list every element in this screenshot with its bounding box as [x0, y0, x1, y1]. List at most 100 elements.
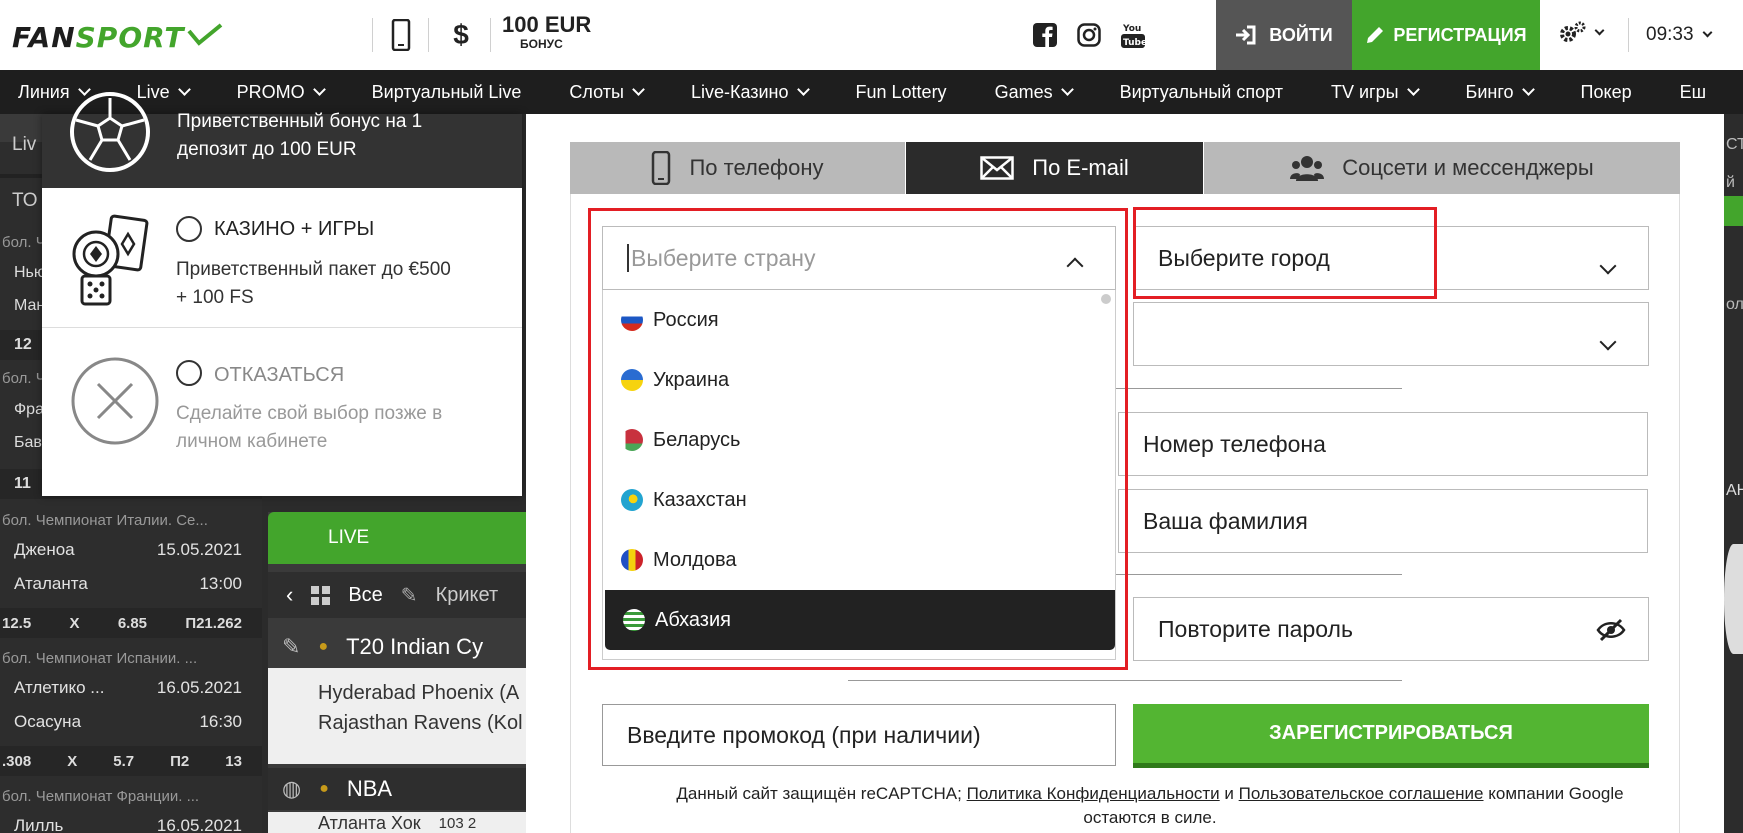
- bg-filter-all[interactable]: Все: [348, 584, 382, 607]
- bg-team: Атлетико ...: [14, 678, 105, 697]
- bg-team-row[interactable]: Осасуна 16:30: [0, 712, 262, 732]
- country-select[interactable]: Выберите страну: [602, 226, 1116, 290]
- nav-item-label: Виртуальный Live: [371, 81, 522, 102]
- country-option-selected[interactable]: Абхазия: [605, 590, 1115, 650]
- bg-live-team: Rajasthan Ravens (Kol: [318, 712, 523, 734]
- chevron-down-icon: [1598, 251, 1617, 278]
- promo-code-input[interactable]: Введите промокод (при наличии): [602, 704, 1116, 766]
- bg-date: 15.05.2021: [156, 540, 242, 559]
- svg-text:Tube: Tube: [1123, 38, 1145, 48]
- nav-item-label: PROMO: [236, 81, 305, 102]
- nav-item[interactable]: Виртуальный спорт: [1096, 82, 1307, 103]
- bg-team-row[interactable]: Лилль 16.05.2021: [0, 816, 262, 833]
- close-circle-icon: [71, 357, 159, 445]
- tab-by-social[interactable]: Соцсети и мессенджеры: [1204, 142, 1680, 194]
- facebook-icon[interactable]: [1028, 18, 1062, 52]
- register-button[interactable]: РЕГИСТРАЦИЯ: [1352, 0, 1540, 70]
- captcha-text: компании Google: [1488, 784, 1624, 803]
- chevron-left-icon[interactable]: ‹: [286, 582, 293, 608]
- nav-item[interactable]: Еш: [1656, 82, 1730, 103]
- privacy-policy-link[interactable]: Политика Конфиденциальности: [967, 784, 1220, 803]
- casino-title: КАЗИНО + ИГРЫ: [214, 218, 375, 240]
- bg-team: Осасуна: [14, 712, 82, 731]
- mobile-app-icon[interactable]: [383, 16, 419, 54]
- chevron-down-icon: [1598, 327, 1617, 354]
- bg-green-block: [1724, 196, 1743, 226]
- bonus-option-decline[interactable]: ОТКАЗАТЬСЯ Сделайте свой выбор позже в л…: [42, 328, 522, 496]
- country-option[interactable]: Украина: [603, 350, 1113, 410]
- bg-odd: X: [67, 752, 78, 770]
- bg-live-match[interactable]: Атланта Хок 103 2: [268, 812, 526, 833]
- chevron-down-icon: [1406, 83, 1420, 96]
- login-button[interactable]: ВОЙТИ: [1216, 0, 1352, 70]
- captcha-text: остаются в силе.: [1083, 808, 1217, 827]
- country-dropdown: Россия Украина Беларусь Казахстан Молдов…: [602, 290, 1116, 660]
- country-option[interactable]: Молдова: [603, 530, 1113, 590]
- phone-input[interactable]: Номер телефона: [1118, 412, 1648, 476]
- nav-item[interactable]: Слоты: [545, 82, 667, 103]
- recaptcha-notice: Данный сайт защищён reCAPTCHA; Политика …: [600, 782, 1700, 830]
- city-select[interactable]: Выберите город: [1133, 226, 1649, 290]
- youtube-icon[interactable]: You Tube: [1116, 18, 1150, 52]
- header-divider: [428, 18, 429, 52]
- grid-icon: [311, 585, 331, 605]
- bg-filter-cricket[interactable]: Крикет: [436, 584, 499, 607]
- nav-item-label: TV игры: [1330, 81, 1399, 102]
- bg-team-row[interactable]: Дженоа 15.05.2021: [0, 540, 262, 560]
- nav-item-label: Games: [994, 81, 1053, 102]
- bg-odds-row[interactable]: 12.5 X 6.85 П21.262: [0, 608, 262, 638]
- bg-team: Лилль: [14, 816, 64, 833]
- submit-register-button[interactable]: ЗАРЕГИСТРИРОВАТЬСЯ: [1133, 704, 1649, 768]
- country-option[interactable]: Беларусь: [603, 410, 1113, 470]
- instagram-icon[interactable]: [1072, 18, 1106, 52]
- nav-item[interactable]: PROMO: [213, 82, 348, 103]
- current-time: 09:33: [1646, 24, 1694, 45]
- bg-team: Аталанта: [14, 574, 88, 593]
- nav-item[interactable]: Fun Lottery: [832, 82, 971, 103]
- eye-slash-icon[interactable]: [1596, 618, 1626, 648]
- bg-live-event[interactable]: ◍ ● NBA: [268, 768, 526, 810]
- bg-odds-row[interactable]: .308 X 5.7 П2 13: [0, 746, 262, 776]
- bg-live-event[interactable]: ✎ ● T20 Indian Cу: [268, 626, 526, 668]
- bonus-option-sport[interactable]: Приветственный бонус на 1 депозит до 100…: [42, 92, 522, 188]
- surname-input[interactable]: Ваша фамилия: [1118, 489, 1648, 553]
- bonus-option-casino[interactable]: КАЗИНО + ИГРЫ Приветственный пакет до €5…: [42, 188, 522, 328]
- nav-item-label: Покер: [1580, 81, 1632, 102]
- tab-label: По E-mail: [1032, 155, 1129, 180]
- tab-by-phone[interactable]: По телефону: [570, 142, 906, 194]
- country-placeholder: Выберите страну: [631, 244, 816, 271]
- clock-dropdown[interactable]: 09:33: [1646, 24, 1712, 46]
- bg-team-row[interactable]: Аталанта 13:00: [0, 574, 262, 594]
- bg-fragment: й: [1726, 174, 1735, 191]
- nav-item[interactable]: Виртуальный Live: [348, 82, 546, 103]
- repeat-password-input[interactable]: Повторите пароль: [1133, 597, 1649, 661]
- bg-live-score: 103 2: [438, 814, 477, 832]
- terms-link[interactable]: Пользовательское соглашение: [1239, 784, 1484, 803]
- chevron-down-icon: [796, 83, 810, 96]
- casino-radio[interactable]: [176, 216, 202, 242]
- nav-item[interactable]: Live-Казино: [667, 82, 832, 103]
- header-bonus[interactable]: 100 EUR БОНУС: [502, 14, 591, 51]
- registration-tabs: По телефону По E-mail Соцсети и мессендж…: [570, 142, 1680, 194]
- nav-item[interactable]: Games: [971, 82, 1096, 103]
- nav-item[interactable]: Покер: [1557, 82, 1656, 103]
- nav-item-label: Слоты: [569, 81, 624, 102]
- bg-live-match[interactable]: Hyderabad Phoenix (А Rajasthan Ravens (K…: [268, 668, 526, 764]
- tab-by-email[interactable]: По E-mail: [906, 142, 1204, 194]
- nav-item[interactable]: Бинго: [1442, 82, 1557, 103]
- currency-icon[interactable]: $: [443, 16, 479, 54]
- nav-item[interactable]: TV игры: [1307, 82, 1442, 103]
- bg-date: 16.05.2021: [156, 816, 242, 833]
- chevron-down-icon: [1702, 27, 1712, 38]
- country-option[interactable]: Казахстан: [603, 470, 1113, 530]
- currency-select[interactable]: [1133, 302, 1649, 366]
- promo-placeholder: Введите промокод (при наличии): [627, 721, 981, 748]
- country-option[interactable]: Россия: [603, 290, 1113, 350]
- cricket-icon: ✎: [400, 584, 418, 607]
- settings-dropdown[interactable]: [1558, 20, 1605, 46]
- country-name: Абхазия: [655, 608, 731, 631]
- fansport-logo[interactable]: FAN SPORT: [12, 21, 223, 54]
- bg-live-header[interactable]: LIVE: [268, 512, 526, 564]
- decline-radio[interactable]: [176, 360, 202, 386]
- bg-team-row[interactable]: Атлетико ... 16.05.2021: [0, 678, 262, 698]
